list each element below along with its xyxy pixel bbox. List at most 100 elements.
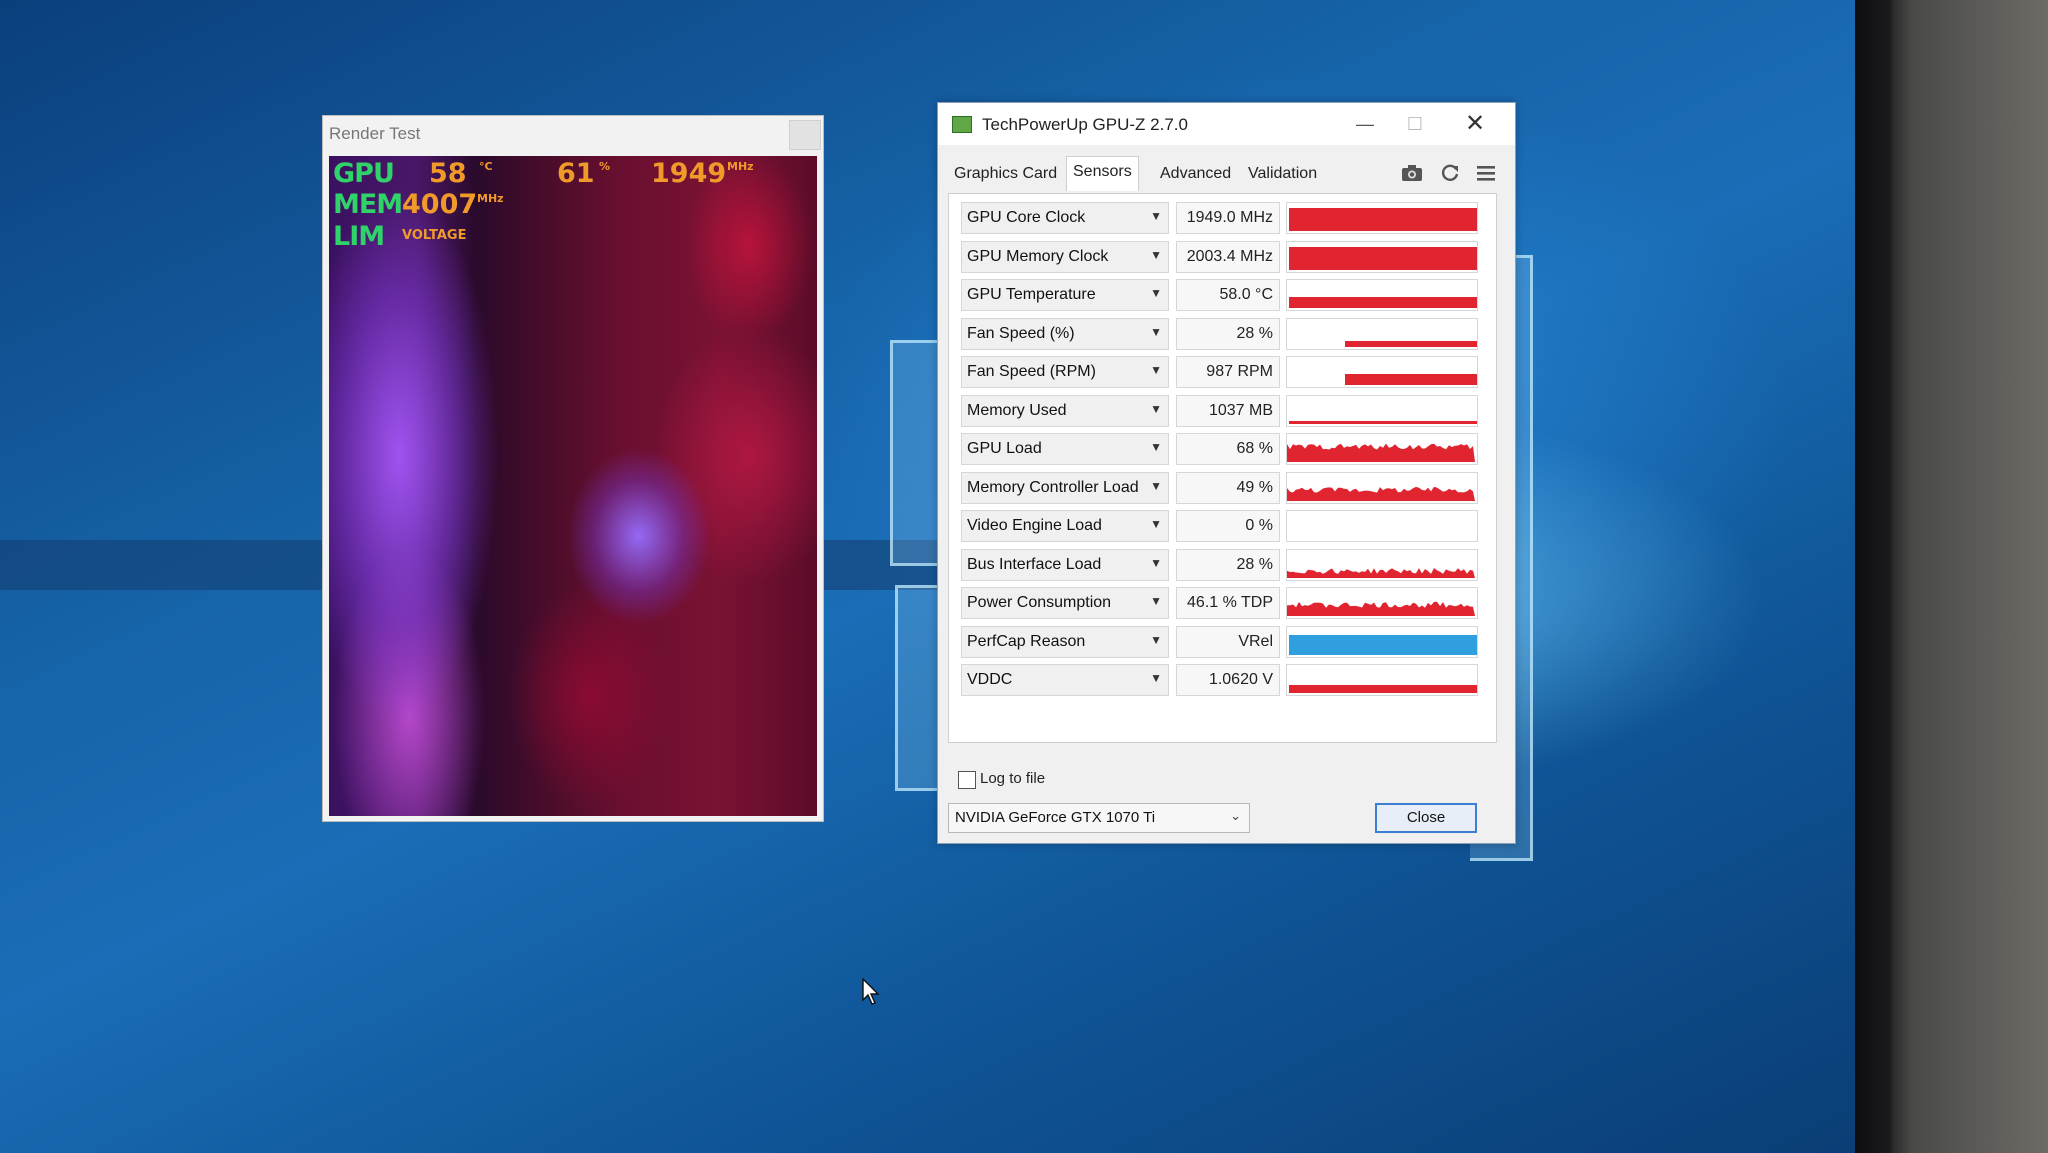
sensor-value: 58.0 °C: [1219, 286, 1273, 303]
tab-advanced[interactable]: Advanced: [1154, 159, 1237, 189]
sensor-selector[interactable]: GPU Temperature ▼: [961, 279, 1169, 311]
window-close-button[interactable]: ✕: [1455, 111, 1495, 137]
maximize-button[interactable]: ☐: [1395, 111, 1435, 137]
sensor-selector[interactable]: Video Engine Load ▼: [961, 510, 1169, 542]
gpuz-titlebar[interactable]: TechPowerUp GPU-Z 2.7.0 — ☐ ✕: [938, 103, 1515, 145]
sensor-row: Power Consumption ▼ 46.1 % TDP: [961, 587, 1481, 619]
sensor-selector[interactable]: Memory Controller Load ▼: [961, 471, 1169, 504]
osd-mem-clock: 4007: [402, 189, 478, 220]
sensor-graph: [1286, 548, 1478, 581]
sensor-value: 68 %: [1236, 440, 1273, 457]
monitor-bezel-outer: [1855, 0, 2048, 1153]
sensor-graph-trace: [1287, 601, 1475, 616]
minimize-button[interactable]: —: [1345, 111, 1385, 137]
sensor-graph: [1286, 510, 1478, 542]
sensor-selector[interactable]: GPU Core Clock ▼: [961, 202, 1169, 234]
osd-gpu-load-unit: %: [599, 160, 611, 173]
sensor-row: Fan Speed (%) ▼ 28 %: [961, 317, 1481, 350]
sensor-selector[interactable]: GPU Memory Clock ▼: [961, 240, 1169, 273]
sensor-value-box: 1.0620 V: [1176, 664, 1280, 696]
tab-sensors[interactable]: Sensors: [1066, 156, 1139, 191]
sensor-row: GPU Load ▼ 68 %: [961, 433, 1481, 465]
sensor-value-box: 0 %: [1176, 510, 1280, 542]
dropdown-arrow-icon[interactable]: ▼: [1150, 594, 1162, 608]
mouse-cursor-icon: [862, 978, 880, 1005]
log-to-file-checkbox[interactable]: [958, 771, 976, 789]
sensor-graph: [1286, 279, 1478, 311]
render-test-window[interactable]: Render Test GPU 58 °C 61 % 1949 MHz MEM …: [322, 115, 824, 822]
sensor-name: GPU Load: [967, 440, 1042, 457]
tab-graphics-card[interactable]: Graphics Card: [948, 159, 1063, 189]
dropdown-arrow-icon[interactable]: ▼: [1150, 402, 1162, 416]
sensor-value-box: 28 %: [1176, 548, 1280, 581]
sensor-name: Power Consumption: [967, 594, 1112, 611]
dropdown-arrow-icon[interactable]: ▼: [1150, 286, 1162, 300]
dropdown-arrow-icon[interactable]: ▼: [1150, 248, 1162, 262]
dropdown-arrow-icon[interactable]: ▼: [1150, 209, 1162, 223]
sensor-value-box: 46.1 % TDP: [1176, 587, 1280, 619]
sensor-name: GPU Core Clock: [967, 209, 1086, 226]
render-test-restore-button[interactable]: [789, 120, 821, 150]
sensor-value-box: 2003.4 MHz: [1176, 240, 1280, 273]
sensor-selector[interactable]: GPU Load ▼: [961, 433, 1169, 465]
dropdown-arrow-icon[interactable]: ▼: [1150, 440, 1162, 454]
sensor-graph-fill: [1289, 208, 1477, 231]
osd-mem-clock-unit: MHz: [477, 192, 504, 205]
sensor-value-box: 1949.0 MHz: [1176, 202, 1280, 234]
gpu-select[interactable]: NVIDIA GeForce GTX 1070 Ti ⌄: [948, 803, 1250, 833]
render-test-title: Render Test: [329, 124, 421, 143]
desktop: Render Test GPU 58 °C 61 % 1949 MHz MEM …: [0, 0, 2048, 1153]
sensor-row: Fan Speed (RPM) ▼ 987 RPM: [961, 356, 1481, 388]
sensor-selector[interactable]: Memory Used ▼: [961, 394, 1169, 427]
sensor-value: 49 %: [1236, 478, 1273, 496]
sensor-value-box: 1037 MB: [1176, 394, 1280, 427]
tab-validation[interactable]: Validation: [1242, 159, 1323, 189]
dropdown-arrow-icon[interactable]: ▼: [1150, 363, 1162, 377]
sensor-name: Fan Speed (RPM): [967, 363, 1096, 380]
sensor-value-box: 58.0 °C: [1176, 279, 1280, 311]
sensor-selector[interactable]: Fan Speed (%) ▼: [961, 317, 1169, 350]
sensor-value: 46.1 % TDP: [1187, 594, 1273, 611]
sensor-selector[interactable]: Fan Speed (RPM) ▼: [961, 356, 1169, 388]
sensor-value: 28 %: [1236, 555, 1273, 573]
sensor-graph: [1286, 625, 1478, 658]
render-test-titlebar[interactable]: Render Test: [323, 116, 823, 154]
osd-lim-label: LIM: [333, 221, 385, 252]
menu-icon[interactable]: [1474, 163, 1498, 185]
osd-mem-label: MEM: [333, 189, 403, 220]
sensor-selector[interactable]: PerfCap Reason ▼: [961, 625, 1169, 658]
sensor-value: 987 RPM: [1206, 363, 1273, 380]
sensor-graph: [1286, 471, 1478, 504]
gpuz-title: TechPowerUp GPU-Z 2.7.0: [982, 115, 1188, 134]
dropdown-arrow-icon[interactable]: ▼: [1150, 479, 1162, 493]
sensor-selector[interactable]: Power Consumption ▼: [961, 587, 1169, 619]
dropdown-arrow-icon[interactable]: ▼: [1150, 517, 1162, 531]
sensor-graph-fill: [1289, 420, 1477, 424]
dropdown-arrow-icon[interactable]: ▼: [1150, 325, 1162, 339]
osd-gpu-clock-unit: MHz: [727, 160, 754, 173]
dropdown-arrow-icon[interactable]: ▼: [1150, 556, 1162, 570]
sensor-selector[interactable]: Bus Interface Load ▼: [961, 548, 1169, 581]
sensor-name: PerfCap Reason: [967, 632, 1086, 650]
sensor-graph: [1286, 240, 1478, 273]
sensor-row: PerfCap Reason ▼ VRel: [961, 625, 1481, 658]
osd-gpu-load: 61: [557, 158, 595, 189]
osd-gpu-label: GPU: [333, 158, 395, 189]
sensor-value: 1037 MB: [1208, 401, 1273, 419]
gpuz-window[interactable]: TechPowerUp GPU-Z 2.7.0 — ☐ ✕ Graphics C…: [937, 102, 1516, 844]
close-button[interactable]: Close: [1375, 803, 1477, 833]
dropdown-arrow-icon[interactable]: ▼: [1150, 633, 1162, 647]
tab-bar: Graphics Card Sensors Advanced Validatio…: [948, 156, 1503, 191]
camera-icon[interactable]: [1400, 163, 1424, 185]
sensor-graph-fill: [1345, 374, 1477, 385]
sensor-value: 0 %: [1245, 517, 1273, 534]
sensor-row: Memory Controller Load ▼ 49 %: [961, 471, 1481, 504]
refresh-icon[interactable]: [1438, 163, 1462, 185]
osd-gpu-temp: 58: [429, 158, 467, 189]
render-canvas: GPU 58 °C 61 % 1949 MHz MEM 4007 MHz LIM…: [329, 156, 817, 816]
sensor-row: GPU Memory Clock ▼ 2003.4 MHz: [961, 240, 1481, 273]
sensor-selector[interactable]: VDDC ▼: [961, 664, 1169, 696]
dropdown-arrow-icon[interactable]: ▼: [1150, 671, 1162, 685]
chevron-down-icon: ⌄: [1230, 808, 1241, 823]
sensor-name: Memory Controller Load: [967, 478, 1139, 496]
